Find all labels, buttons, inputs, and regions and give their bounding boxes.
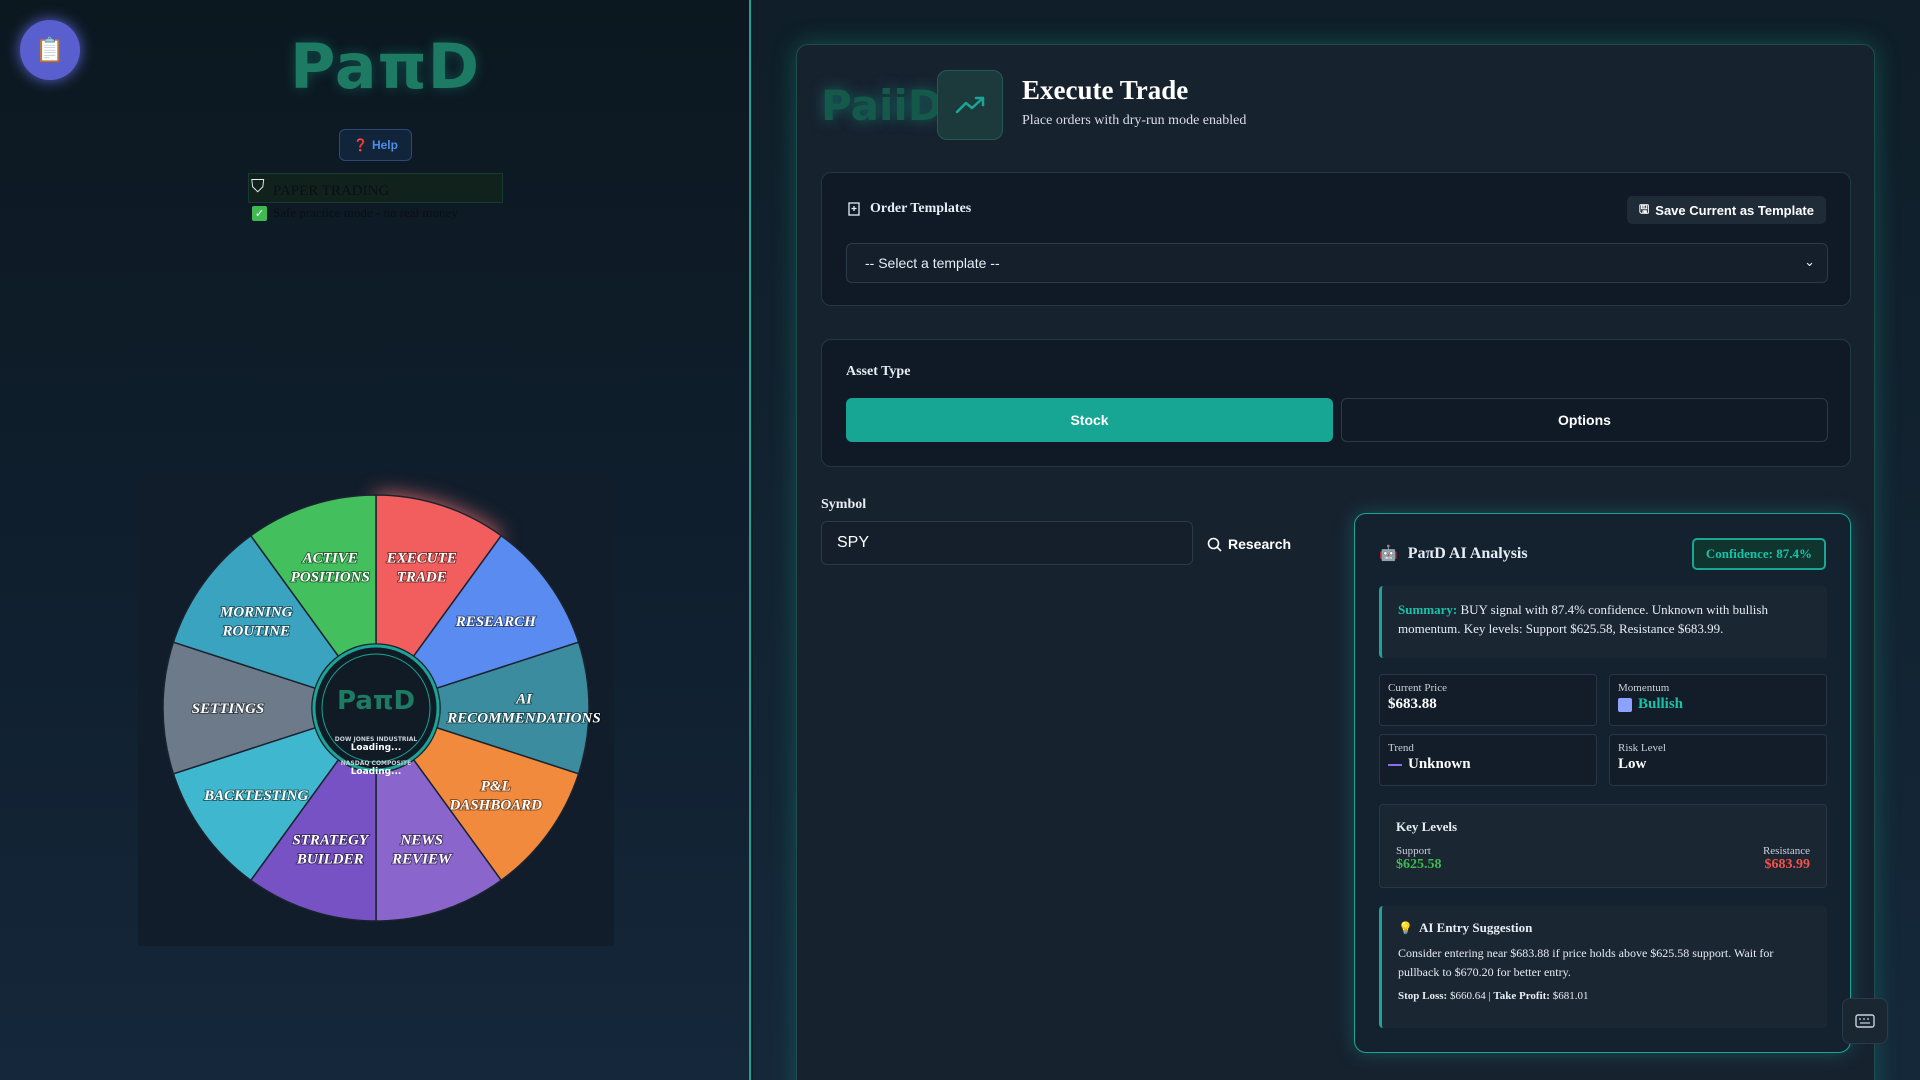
entry-suggestion-text: Consider entering near $683.88 if price … [1398, 946, 1774, 979]
order-templates-label: Order Templates [870, 201, 972, 216]
save-template-label: Save Current as Template [1655, 202, 1814, 218]
clipboard-icon: 📋 [35, 37, 65, 64]
wheel-navigation-panel: 📋 PaπD ❓ Help ⛉ PAPER TRADING ✓ Safe pra… [0, 0, 751, 1080]
support-value: $625.58 [1396, 857, 1442, 872]
bookmark-icon [848, 202, 860, 216]
stop-loss-value: $660.64 [1449, 990, 1486, 1002]
trend-label: Trend [1388, 742, 1414, 754]
current-price-stat: Current Price $683.88 [1379, 674, 1597, 726]
trend-value: Unknown [1408, 756, 1471, 772]
symbol-label: Symbol [821, 497, 867, 512]
trade-card: PaiiD Execute Trade Place orders with dr… [796, 44, 1875, 1080]
entry-suggestion-title: AI Entry Suggestion [1418, 920, 1533, 935]
question-icon: ❓ [353, 138, 368, 152]
safe-mode-note: ✓ Safe practice mode - no real money [252, 205, 458, 221]
risk-level-value: Low [1618, 756, 1647, 772]
stop-loss-label: Stop Loss: [1398, 990, 1448, 1002]
help-button[interactable]: ❓ Help [339, 129, 412, 161]
research-button[interactable]: Research [1207, 531, 1291, 557]
shield-icon: ⛉ [251, 176, 265, 196]
page-subtitle: Place orders with dry-run mode enabled [1022, 113, 1247, 128]
stock-button[interactable]: Stock [846, 398, 1333, 442]
brand-logo: PaπD [290, 30, 481, 103]
card-logo: PaiiD [821, 81, 943, 130]
paper-trading-title: PAPER TRADING [273, 183, 390, 199]
current-price-label: Current Price [1388, 682, 1447, 694]
stop-take-row: Stop Loss: $660.64 | Take Profit: $681.0… [1398, 990, 1811, 1002]
wheel-center-logo: PaπD [337, 686, 415, 716]
checkmark-icon: ✓ [252, 205, 267, 221]
clipboard-icon-button[interactable]: 📋 [20, 20, 80, 80]
trend-value-row: Unknown [1388, 756, 1588, 773]
risk-level-label: Risk Level [1618, 742, 1666, 754]
order-templates-section: Order Templates 🖫 Save Current as Templa… [821, 172, 1851, 306]
ai-analysis-title: PaπD AI Analysis [1407, 544, 1528, 562]
keyboard-shortcuts-button[interactable] [1842, 998, 1888, 1044]
template-select[interactable]: -- Select a template -- ⌄ [846, 243, 1828, 283]
summary-box: Summary: BUY signal with 87.4% confidenc… [1379, 586, 1827, 658]
resistance-label: Resistance [1762, 845, 1810, 857]
take-profit-label: Take Profit: [1493, 990, 1550, 1002]
key-levels-box: Key Levels Support $625.58 Resistance $6… [1379, 804, 1827, 888]
trend-stat: Trend Unknown [1379, 734, 1597, 786]
asset-type-section: Asset Type Stock Options [821, 339, 1851, 467]
confidence-badge: Confidence: 87.4% [1691, 538, 1826, 570]
wheel-index-nasdaq: NASDAQ COMPOSITE [341, 760, 412, 767]
take-profit-value: $681.01 [1552, 990, 1589, 1002]
wheel-segment-label: BACKTESTING [203, 788, 308, 804]
chevron-down-icon: ⌄ [1804, 254, 1815, 269]
safe-mode-text: Safe practice mode - no real money [273, 205, 458, 220]
research-label: Research [1228, 536, 1292, 552]
ai-analysis-card: 🤖 PaπD AI Analysis Confidence: 87.4% Sum… [1354, 513, 1851, 1053]
resistance-value: $683.99 [1764, 857, 1811, 872]
wheel-segment-label: RESEARCH [455, 614, 537, 630]
asset-type-heading: Asset Type [846, 364, 911, 379]
navigation-wheel: EXECUTE TRADE RESEARCH AI RECOMMENDATIONS P&L… [138, 470, 614, 946]
entry-suggestion-heading: 💡 AI Entry Suggestion [1398, 920, 1811, 936]
save-icon: 🖫 [1639, 201, 1650, 216]
momentum-label: Momentum [1618, 682, 1670, 694]
wheel-index-dow-value: Loading... [351, 743, 402, 753]
wheel-svg: EXECUTE TRADERESEARCHAI RECOMMENDATIONSP&L… [162, 494, 602, 922]
trend-up-icon [937, 70, 1003, 140]
ai-analysis-heading: 🤖 PaπD AI Analysis [1379, 544, 1528, 563]
keyboard-icon [1855, 1014, 1875, 1028]
symbol-input[interactable]: SPY [821, 521, 1193, 565]
chart-up-icon [1618, 697, 1632, 712]
execute-trade-panel: PaiiD Execute Trade Place orders with dr… [753, 0, 1920, 1080]
save-template-button[interactable]: 🖫 Save Current as Template [1627, 196, 1826, 224]
search-icon [1207, 537, 1222, 552]
page-title: Execute Trade [1022, 75, 1189, 105]
options-button[interactable]: Options [1341, 398, 1828, 442]
paper-trading-badge: ⛉ PAPER TRADING [248, 173, 503, 203]
flat-line-icon [1388, 763, 1402, 766]
momentum-value: Bullish [1638, 696, 1684, 712]
lightbulb-icon: 💡 [1398, 920, 1413, 935]
momentum-value-row: Bullish [1618, 696, 1818, 713]
robot-icon: 🤖 [1379, 546, 1398, 562]
wheel-index-dow: DOW JONES INDUSTRIAL [335, 736, 418, 743]
current-price-value: $683.88 [1388, 696, 1437, 712]
entry-suggestion-box: 💡 AI Entry Suggestion Consider entering … [1379, 906, 1827, 1028]
wheel-segment-label: SETTINGS [192, 701, 265, 717]
wheel-index-nasdaq-value: Loading... [351, 767, 402, 777]
summary-label: Summary: [1398, 602, 1458, 617]
help-label: Help [371, 138, 398, 152]
template-select-value: -- Select a template -- [865, 255, 1000, 271]
support-label: Support [1396, 845, 1431, 857]
momentum-stat: Momentum Bullish [1609, 674, 1827, 726]
key-levels-title: Key Levels [1396, 819, 1458, 834]
order-templates-heading: Order Templates [848, 201, 971, 217]
risk-level-stat: Risk Level Low [1609, 734, 1827, 786]
